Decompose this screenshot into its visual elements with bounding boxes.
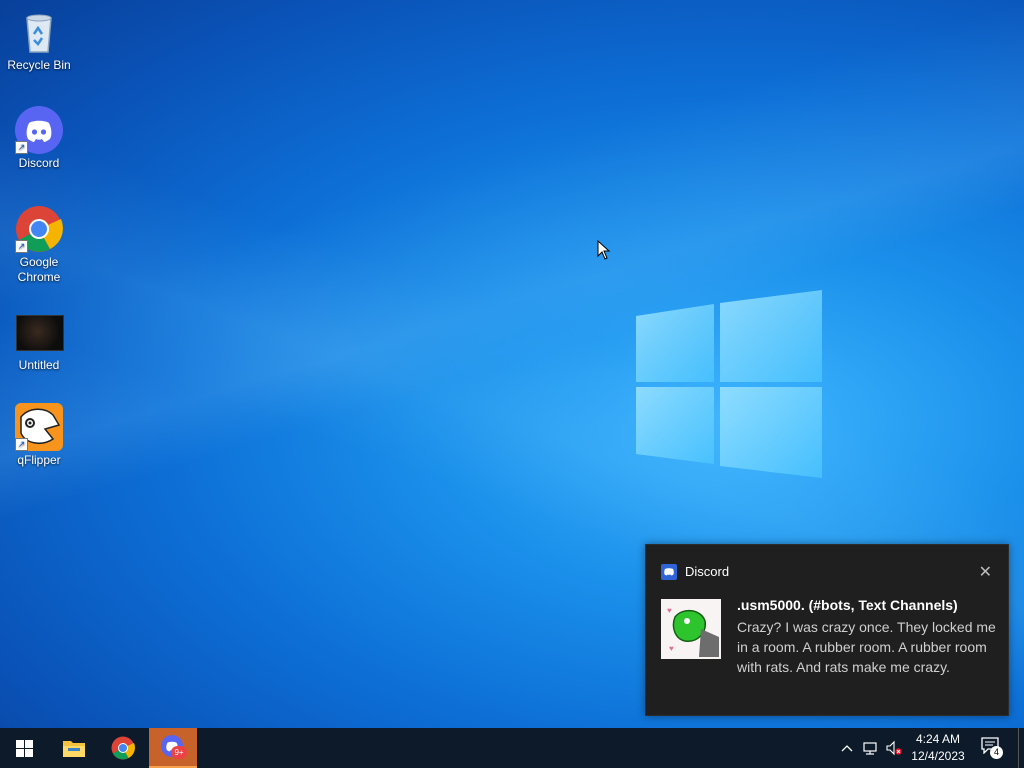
- recycle-bin-icon: [15, 8, 63, 56]
- desktop-icon-untitled[interactable]: Untitled: [4, 312, 74, 373]
- desktop-icon-label: Untitled: [18, 358, 60, 372]
- desktop-icon-label: Recycle Bin: [7, 58, 71, 72]
- file-explorer-icon: [63, 741, 85, 757]
- close-icon[interactable]: ✕: [979, 562, 992, 582]
- desktop-icon-discord[interactable]: ↗ Discord: [4, 106, 74, 171]
- clock-date[interactable]: 12/4/2023: [906, 749, 970, 763]
- clock-time[interactable]: 4:24 AM: [906, 732, 970, 746]
- network-icon[interactable]: [862, 740, 878, 756]
- discord-notification-toast[interactable]: Discord ✕ ♥ ♥ .usm5000. (#bots, Text Cha…: [645, 544, 1009, 716]
- notification-title: .usm5000. (#bots, Text Channels): [737, 597, 958, 613]
- image-file-icon: [15, 312, 64, 352]
- shortcut-arrow-icon: ↗: [15, 141, 28, 154]
- shortcut-arrow-icon: ↗: [15, 240, 28, 253]
- taskbar: 9+ 4:24 AM 12/4/2023 4: [0, 728, 1024, 768]
- desktop-icon-recycle-bin[interactable]: Recycle Bin: [4, 8, 74, 73]
- chrome-icon: [111, 736, 135, 760]
- windows-start-icon: [15, 739, 33, 757]
- chrome-icon: ↗: [15, 205, 63, 253]
- start-button[interactable]: [0, 728, 48, 768]
- volume-muted-icon[interactable]: [886, 740, 902, 756]
- notification-app-name: Discord: [685, 564, 730, 579]
- shortcut-arrow-icon: ↗: [15, 438, 28, 451]
- mouse-cursor-icon: [597, 240, 611, 260]
- svg-text:♥: ♥: [667, 606, 672, 615]
- taskbar-chrome[interactable]: [99, 728, 147, 768]
- desktop-icon-label: Discord: [18, 156, 60, 170]
- show-hidden-icons-chevron-up-icon[interactable]: [839, 740, 855, 756]
- desktop-icon-google-chrome[interactable]: ↗ Google Chrome: [4, 205, 74, 285]
- action-center-button[interactable]: 4: [980, 736, 1004, 760]
- notification-count-badge: 4: [990, 746, 1003, 759]
- notification-message: Crazy? I was crazy once. They locked me …: [737, 619, 996, 675]
- desktop-icon-qflipper[interactable]: ↗ qFlipper: [4, 403, 74, 468]
- svg-text:♥: ♥: [669, 644, 674, 653]
- discord-icon: ↗: [15, 106, 63, 154]
- windows-wallpaper-logo: [636, 290, 822, 478]
- taskbar-discord[interactable]: 9+: [149, 728, 197, 768]
- show-desktop-button[interactable]: [1018, 728, 1019, 768]
- unread-badge: 9+: [171, 746, 187, 759]
- sender-avatar: ♥ ♥: [661, 599, 721, 659]
- desktop-icon-label: Google Chrome: [17, 255, 61, 284]
- taskbar-file-explorer[interactable]: [50, 728, 98, 768]
- desktop-icon-label: qFlipper: [17, 453, 61, 467]
- discord-icon: [661, 564, 677, 580]
- qflipper-icon: ↗: [15, 403, 63, 451]
